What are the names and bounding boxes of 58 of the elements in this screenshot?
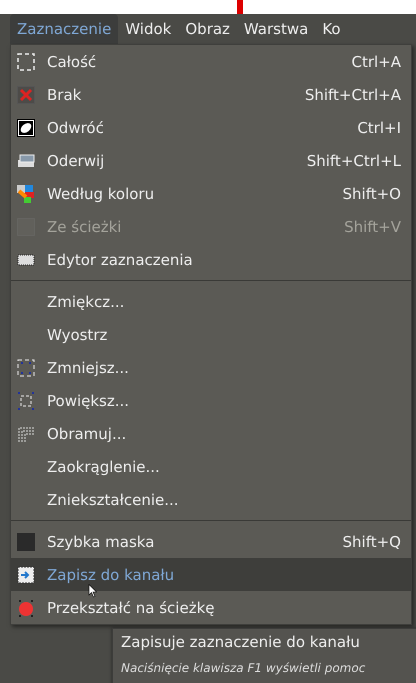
border-icon — [17, 424, 35, 442]
menu-item[interactable]: Szybka maska Shift+Q — [11, 525, 411, 558]
menu-item[interactable]: Wyostrz — [11, 318, 411, 351]
circle-path-icon — [17, 598, 35, 616]
menu-tab[interactable]: Widok — [118, 14, 178, 44]
item-label: Edytor zaznaczenia — [47, 250, 194, 268]
item-label: Odwróć — [47, 118, 105, 136]
cross-icon — [17, 86, 35, 104]
item-label: Zmiękcz... — [47, 292, 126, 310]
item-label: Powiększ... — [47, 392, 130, 410]
item-label: Zaokrąglenie... — [47, 458, 161, 476]
item-label: Przekształć na ścieżkę — [47, 598, 216, 616]
item-label: Oderwij — [47, 152, 106, 170]
menu-item[interactable]: Całość Ctrl+A — [11, 45, 411, 78]
menu-tab[interactable]: Ko — [315, 14, 348, 44]
menu-item[interactable]: Zniekształcenie... — [11, 483, 411, 516]
menu-item[interactable]: Przekształć na ścieżkę — [11, 591, 411, 624]
item-label: Zapisz do kanału — [47, 566, 176, 584]
item-label: Według koloru — [47, 184, 156, 202]
shortcut-label: Shift+Ctrl+L — [306, 152, 401, 170]
menu-item[interactable]: Zmniejsz... — [11, 351, 411, 384]
tooltip-text: Zapisuje zaznaczenie do kanału — [121, 633, 361, 651]
menu-item[interactable]: Edytor zaznaczenia — [11, 243, 411, 276]
menu-item[interactable]: Zaokrąglenie... — [11, 450, 411, 483]
item-label: Wyostrz — [47, 326, 108, 344]
shortcut-label: Shift+V — [344, 218, 401, 236]
menu-tab[interactable]: Zaznaczenie — [10, 14, 118, 44]
menu-item[interactable]: Odwróć Ctrl+I — [11, 111, 411, 144]
item-label: Obramuj... — [47, 424, 128, 442]
tooltip-hint: Naciśnięcie klawisza F1 wyświetli pomoc — [121, 661, 366, 675]
menu-tab[interactable]: Warstwa — [236, 14, 316, 44]
item-label: Zmniejsz... — [47, 358, 130, 376]
menu-item[interactable]: Obramuj... — [11, 417, 411, 450]
cursor-icon — [88, 584, 98, 598]
menu-item[interactable]: Zapisz do kanału — [11, 558, 411, 591]
menu-item[interactable]: Zmiękcz... — [11, 285, 411, 318]
shortcut-label: Shift+Ctrl+A — [304, 86, 401, 104]
menu-tab[interactable]: Obraz — [178, 14, 237, 44]
color-squares-icon — [17, 184, 35, 202]
menu-item[interactable]: Oderwij Shift+Ctrl+L — [11, 144, 411, 177]
layers-icon — [17, 152, 35, 170]
item-label: Zniekształcenie... — [47, 490, 180, 508]
item-label: Brak — [47, 86, 82, 104]
dashed-square-icon — [17, 52, 35, 70]
shortcut-label: Shift+O — [342, 184, 401, 202]
shortcut-label: Ctrl+A — [351, 52, 401, 70]
item-label: Ze ścieżki — [47, 218, 122, 236]
invert-icon — [17, 118, 35, 136]
menu-item[interactable]: Powiększ... — [11, 384, 411, 417]
item-label: Całość — [47, 52, 98, 70]
shortcut-label: Ctrl+I — [357, 118, 401, 136]
grow-icon — [17, 392, 35, 410]
shortcut-label: Shift+Q — [342, 532, 401, 550]
menu-item[interactable]: Brak Shift+Ctrl+A — [11, 78, 411, 111]
shrink-icon — [17, 358, 35, 376]
menu-item[interactable]: Według koloru Shift+O — [11, 177, 411, 210]
item-label: Szybka maska — [47, 532, 156, 550]
square-icon — [17, 532, 35, 550]
